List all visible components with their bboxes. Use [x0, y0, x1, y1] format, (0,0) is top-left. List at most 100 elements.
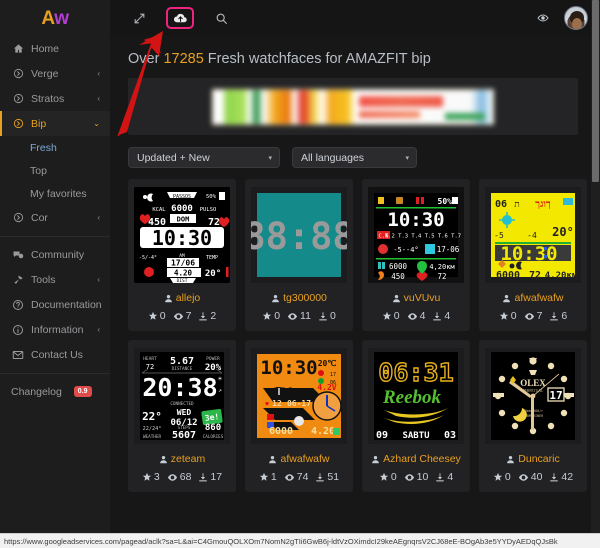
svg-text:T.2 T.3 T.4 T.5 T.6 T.7: T.2 T.3 T.4 T.5 T.6 T.7	[385, 234, 461, 240]
circle-arrow-icon	[11, 68, 25, 79]
svg-text:PASSOS: PASSOS	[173, 194, 191, 200]
expand-icon[interactable]	[128, 7, 150, 29]
sidebar-item-bip[interactable]: Bip ⌄	[0, 111, 110, 136]
card-author-name: Azhard Cheesey	[383, 453, 461, 465]
sidebar-item-my-favorites[interactable]: My favorites	[0, 182, 110, 205]
svg-text:-4: -4	[527, 231, 537, 240]
sidebar-item-changelog[interactable]: Changelog 0.9	[0, 379, 110, 404]
user-icon	[372, 455, 380, 463]
card-author[interactable]: allejo	[164, 292, 201, 304]
card-author[interactable]: tg300000	[271, 292, 327, 304]
sidebar-item-stratos[interactable]: Stratos ‹	[0, 86, 110, 111]
page-title-suffix: Fresh watchfaces for AMAZFIT bip	[203, 51, 431, 67]
card-stats: 3 68 17	[142, 471, 222, 483]
advertisement-banner[interactable]	[212, 88, 494, 125]
watchface-card[interactable]: 88:88 tg300000 0 11 0	[245, 179, 353, 331]
download-icon	[550, 473, 559, 482]
svg-text:22°: 22°	[142, 410, 162, 423]
stat-downloads: 0	[318, 310, 336, 322]
watchface-card[interactable]: 50% 10:30 C.N T.2 T.3 T.4 T.5 T.6 T.7 -5…	[362, 179, 470, 331]
stat-views-value: 7	[185, 310, 192, 322]
svg-text:POWER: POWER	[206, 356, 220, 362]
user-icon	[269, 455, 277, 463]
stat-downloads-value: 4	[447, 471, 454, 483]
card-author-name: allejo	[175, 292, 201, 304]
chevron-left-icon: ‹	[97, 325, 100, 334]
svg-text:-5: -5	[494, 231, 504, 240]
language-select-value: All languages	[301, 151, 365, 164]
watchface-card[interactable]: PASSOS 50% KCAL 6000 PULSO 450 72 DOM 10…	[128, 179, 236, 331]
svg-text:72: 72	[437, 272, 446, 281]
star-icon	[382, 311, 391, 320]
sidebar-item-top[interactable]: Top	[0, 159, 110, 182]
svg-text:4.2V: 4.2V	[317, 383, 336, 392]
sidebar-nav-devices: Home Verge ‹ Stratos ‹ Bip ⌄	[0, 36, 110, 136]
svg-text:88:88: 88:88	[251, 215, 347, 258]
stat-views-value: 11	[300, 310, 311, 322]
svg-text:50%: 50%	[438, 197, 453, 206]
sidebar-item-home[interactable]: Home	[0, 36, 110, 61]
app-window: Aw Home Verge ‹ Stratos ‹ Bip ⌄ Fresh To…	[0, 0, 600, 548]
sidebar-item-community[interactable]: Community	[0, 242, 110, 267]
watchface-card[interactable]: HEART 72 5.67 DISTANCE POWER 20% 20:38 ☀…	[128, 340, 236, 492]
user-icon	[164, 294, 172, 302]
svg-text:17: 17	[549, 389, 562, 402]
scrollbar-thumb[interactable]	[592, 0, 599, 182]
watchface-card[interactable]: 10:30 20℃ 17 06 − − − ♥ 12 06-17 4.2V 60…	[245, 340, 353, 492]
search-icon[interactable]	[210, 7, 232, 29]
language-select[interactable]: All languages ▾	[292, 147, 417, 168]
sidebar-item-label: Cor	[31, 211, 48, 224]
sidebar-item-information[interactable]: Information ‹	[0, 317, 110, 342]
stat-downloads: 51	[315, 471, 339, 483]
card-author[interactable]: Azhard Cheesey	[371, 453, 461, 465]
card-author[interactable]: Duncaric	[506, 453, 560, 465]
chevron-down-icon: ⌄	[93, 119, 100, 128]
eye-icon	[404, 473, 414, 481]
svg-text:4.20: 4.20	[174, 269, 193, 278]
sidebar-item-documentation[interactable]: Documentation	[0, 292, 110, 317]
svg-text:OLEX: OLEX	[520, 378, 546, 388]
watchface-card[interactable]: 06:31 Reebok 09 SABTU 03 Azhard Cheesey	[362, 340, 470, 492]
svg-text:DOM: DOM	[177, 216, 190, 224]
cloud-upload-icon[interactable]	[166, 7, 194, 29]
svg-text:KCAL: KCAL	[152, 207, 166, 213]
card-author[interactable]: afwafwafw	[268, 453, 330, 465]
svg-text:WED: WED	[177, 408, 192, 417]
svg-text:10:30: 10:30	[152, 226, 212, 250]
svg-text:20:38: 20:38	[142, 373, 217, 402]
page-title-prefix: Over	[128, 51, 164, 67]
stat-views: 10	[404, 471, 428, 483]
community-icon	[11, 249, 25, 261]
card-author[interactable]: zeteam	[159, 453, 205, 465]
svg-text:PULSO: PULSO	[200, 207, 217, 213]
sidebar-item-cor[interactable]: Cor ‹	[0, 205, 110, 230]
sidebar-item-fresh[interactable]: Fresh	[0, 136, 110, 159]
eye-icon[interactable]	[532, 7, 554, 29]
stat-downloads-value: 42	[561, 471, 574, 483]
watchface-card[interactable]: 06 ת ךוגך -5 -4 20° 10:30 6000 72 4.20км…	[479, 179, 587, 331]
advertisement-container[interactable]	[128, 78, 578, 135]
sidebar-item-contact-us[interactable]: Contact Us	[0, 342, 110, 367]
top-toolbar	[110, 0, 600, 36]
eye-icon	[524, 312, 534, 320]
watchface-preview-vuVUvu: 50% 10:30 C.N T.2 T.3 T.4 T.5 T.6 T.7 -5…	[368, 187, 464, 283]
stat-stars-value: 0	[159, 310, 166, 322]
watchface-card[interactable]: 17 OLEX PERPETUAL 60mm 300/r SUBMARINER	[479, 340, 587, 492]
sort-select[interactable]: Updated + New ▾	[128, 147, 280, 168]
svg-text:-5--4°: -5--4°	[393, 246, 418, 254]
vertical-scrollbar[interactable]	[591, 0, 600, 533]
card-stats: 0 7 2	[148, 310, 216, 322]
card-author[interactable]: vuVUvu	[392, 292, 440, 304]
avatar[interactable]	[564, 6, 588, 30]
sidebar-item-verge[interactable]: Verge ‹	[0, 61, 110, 86]
app-logo[interactable]: Aw	[0, 0, 110, 36]
sidebar-item-label: Contact Us	[31, 348, 83, 361]
sidebar-item-label: Community	[31, 248, 85, 261]
card-author[interactable]: afwafwafw	[502, 292, 564, 304]
sidebar-item-tools[interactable]: Tools ‹	[0, 267, 110, 292]
star-icon	[148, 311, 157, 320]
stat-stars: 0	[379, 471, 397, 483]
svg-text:5.67: 5.67	[170, 356, 194, 367]
stat-downloads: 42	[549, 471, 573, 483]
stat-downloads: 4	[432, 310, 450, 322]
